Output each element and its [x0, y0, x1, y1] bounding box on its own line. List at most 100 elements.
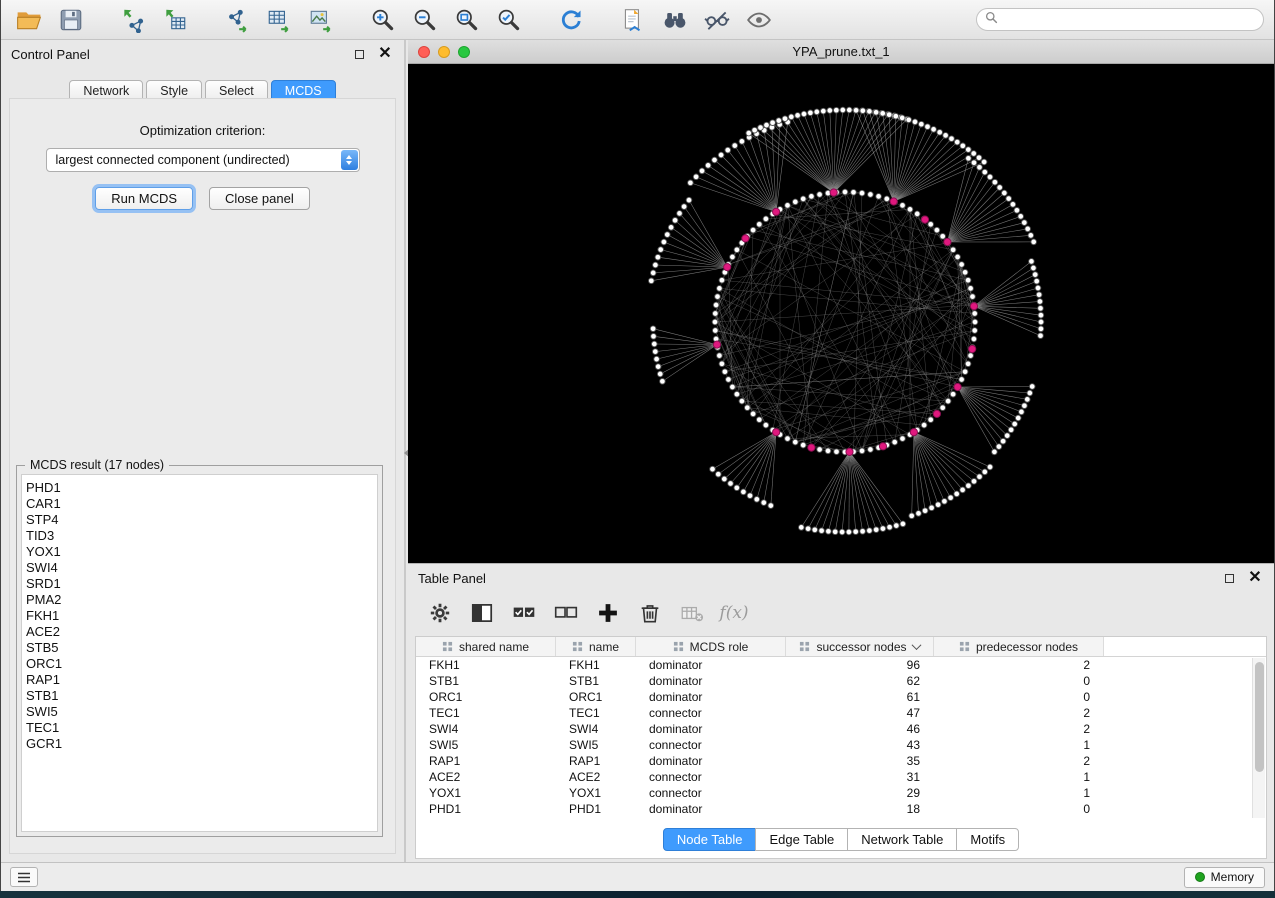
float-table-panel-button[interactable] [1220, 569, 1238, 587]
close-icon: ✕ [1248, 573, 1261, 583]
minimize-window-icon[interactable] [438, 46, 450, 58]
float-icon [1225, 574, 1234, 583]
desktop-background [0, 891, 1275, 898]
column-header-predecessor-nodes[interactable]: predecessor nodes [934, 637, 1104, 656]
dropdown-stepper-icon [341, 150, 358, 170]
close-window-icon[interactable] [418, 46, 430, 58]
mcds-result-item[interactable]: FKH1 [26, 608, 373, 624]
delete-rows-button[interactable] [634, 597, 666, 629]
table-row[interactable]: ACE2ACE2connector311 [416, 769, 1266, 785]
run-mcds-button[interactable]: Run MCDS [95, 187, 193, 210]
table-panel-title: Table Panel [418, 571, 486, 586]
close-panel-action-button[interactable]: Close panel [209, 187, 310, 210]
show-all-button[interactable] [741, 4, 777, 36]
open-file-button[interactable] [11, 4, 47, 36]
mcds-result-item[interactable]: TEC1 [26, 720, 373, 736]
table-row[interactable]: SWI5SWI5connector431 [416, 737, 1266, 753]
mcds-result-item[interactable]: CAR1 [26, 496, 373, 512]
table-scrollbar[interactable] [1252, 658, 1265, 818]
table-row[interactable]: STB1STB1dominator620 [416, 673, 1266, 689]
table-row[interactable]: RAP1RAP1dominator352 [416, 753, 1266, 769]
table-row[interactable]: TEC1TEC1connector472 [416, 705, 1266, 721]
zoom-out-button[interactable] [407, 4, 443, 36]
main-toolbar [1, 0, 1274, 40]
node-table: shared namenameMCDS rolesuccessor nodesp… [415, 636, 1267, 859]
mcds-result-list: PHD1CAR1STP4TID3YOX1SWI4SRD1PMA2FKH1ACE2… [21, 474, 378, 832]
save-button[interactable] [53, 4, 89, 36]
close-table-panel-button[interactable]: ✕ [1246, 569, 1264, 587]
mcds-result-item[interactable]: PMA2 [26, 592, 373, 608]
import-network-file-button[interactable] [115, 4, 151, 36]
mcds-result-item[interactable]: TID3 [26, 528, 373, 544]
export-image-button[interactable] [303, 4, 339, 36]
import-table-file-button[interactable] [157, 4, 193, 36]
search-network-button[interactable] [657, 4, 693, 36]
add-row-button[interactable] [592, 597, 624, 629]
mcds-result-item[interactable]: ACE2 [26, 624, 373, 640]
table-settings-button[interactable] [424, 597, 456, 629]
network-window-title: YPA_prune.txt_1 [792, 44, 889, 59]
network-graph-svg[interactable] [408, 64, 1275, 563]
close-panel-button[interactable]: ✕ [376, 45, 394, 63]
show-columns-button[interactable] [466, 597, 498, 629]
deselect-all-button[interactable] [550, 597, 582, 629]
table-row[interactable]: FKH1FKH1dominator962 [416, 657, 1266, 673]
refresh-view-button[interactable] [553, 4, 589, 36]
memory-button[interactable]: Memory [1184, 867, 1265, 888]
mcds-result-item[interactable]: PHD1 [26, 480, 373, 496]
mcds-result-groupbox: MCDS result (17 nodes) PHD1CAR1STP4TID3Y… [16, 465, 383, 837]
function-builder-button[interactable]: f(x) [718, 597, 750, 629]
zoom-fit-button[interactable] [449, 4, 485, 36]
network-window-titlebar: YPA_prune.txt_1 [408, 40, 1274, 64]
mcds-result-item[interactable]: YOX1 [26, 544, 373, 560]
mcds-result-item[interactable]: GCR1 [26, 736, 373, 752]
column-header-mcds-role[interactable]: MCDS role [636, 637, 786, 656]
network-window: YPA_prune.txt_1 [408, 40, 1274, 563]
mcds-tab-content: Optimization criterion: largest connecte… [9, 98, 396, 854]
search-input[interactable] [1003, 13, 1255, 27]
zoom-in-button[interactable] [365, 4, 401, 36]
scrollbar-thumb[interactable] [1255, 662, 1264, 772]
table-row[interactable]: ORC1ORC1dominator610 [416, 689, 1266, 705]
mcds-result-item[interactable]: STB5 [26, 640, 373, 656]
tab-network-table[interactable]: Network Table [847, 828, 957, 851]
export-document-button[interactable] [615, 4, 651, 36]
control-panel-title: Control Panel [11, 47, 90, 62]
tab-motifs[interactable]: Motifs [956, 828, 1019, 851]
table-toolbar-icons: f(x) [408, 592, 1274, 634]
select-all-button[interactable] [508, 597, 540, 629]
hide-selected-button[interactable] [699, 4, 735, 36]
float-panel-button[interactable] [350, 45, 368, 63]
mcds-result-item[interactable]: STB1 [26, 688, 373, 704]
optimization-criterion-dropdown[interactable]: largest connected component (undirected) [46, 148, 360, 172]
zoom-selected-button[interactable] [491, 4, 527, 36]
status-bar: Memory [1, 862, 1274, 891]
mcds-result-item[interactable]: SWI5 [26, 704, 373, 720]
maximize-window-icon[interactable] [458, 46, 470, 58]
right-workspace: YPA_prune.txt_1 Table Panel ✕ f(x) share… [408, 40, 1274, 862]
table-body: FKH1FKH1dominator962STB1STB1dominator620… [416, 657, 1266, 817]
optimization-criterion-value: largest connected component (undirected) [56, 153, 290, 167]
mcds-result-item[interactable]: ORC1 [26, 656, 373, 672]
table-row[interactable]: SWI4SWI4dominator462 [416, 721, 1266, 737]
column-header-shared-name[interactable]: shared name [416, 637, 556, 656]
table-row[interactable]: PHD1PHD1dominator180 [416, 801, 1266, 817]
column-header-name[interactable]: name [556, 637, 636, 656]
mcds-result-item[interactable]: SWI4 [26, 560, 373, 576]
export-table-button[interactable] [261, 4, 297, 36]
control-panel: Control Panel ✕ NetworkStyleSelectMCDS O… [1, 40, 406, 862]
delete-table-button[interactable] [676, 597, 708, 629]
table-panel-tabs: Node TableEdge TableNetwork TableMotifs [416, 828, 1266, 851]
window-controls [418, 46, 470, 58]
export-network-button[interactable] [219, 4, 255, 36]
mcds-result-item[interactable]: RAP1 [26, 672, 373, 688]
tab-node-table[interactable]: Node Table [663, 828, 757, 851]
network-view-canvas[interactable] [408, 64, 1274, 563]
panel-menu-button[interactable] [10, 867, 38, 887]
tab-edge-table[interactable]: Edge Table [755, 828, 848, 851]
column-header-successor-nodes[interactable]: successor nodes [786, 637, 934, 656]
table-header: shared namenameMCDS rolesuccessor nodesp… [416, 637, 1266, 657]
table-row[interactable]: YOX1YOX1connector291 [416, 785, 1266, 801]
mcds-result-item[interactable]: STP4 [26, 512, 373, 528]
mcds-result-item[interactable]: SRD1 [26, 576, 373, 592]
